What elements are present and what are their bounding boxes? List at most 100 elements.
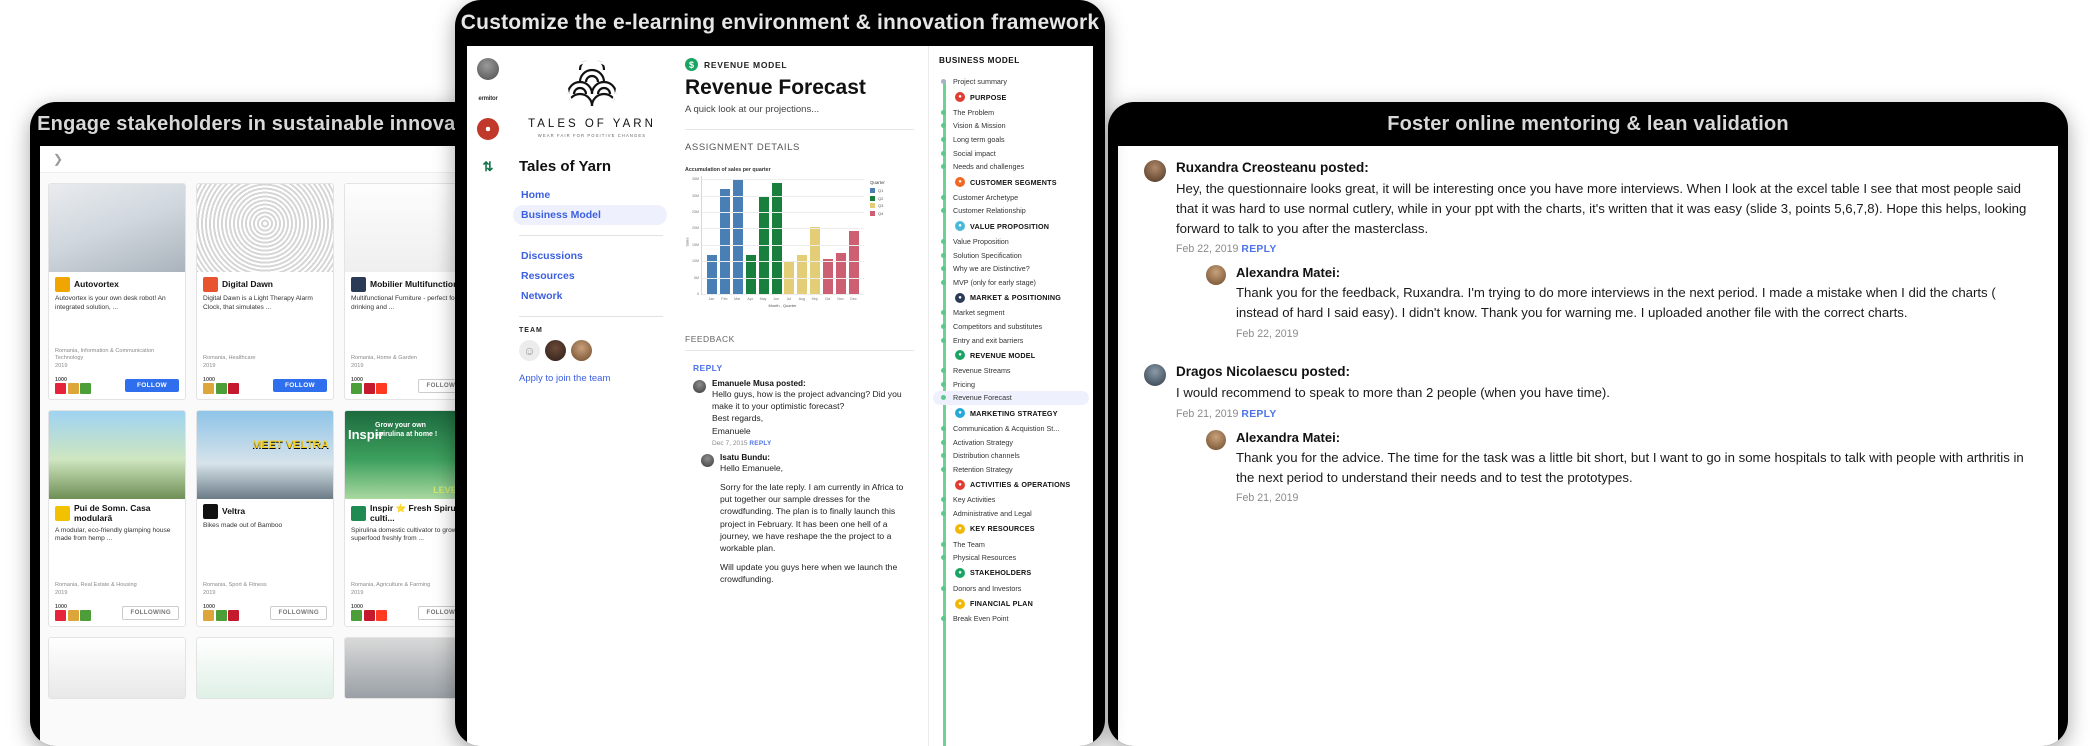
- post-avatar[interactable]: [1144, 363, 1166, 386]
- business-model-item[interactable]: Physical Resources: [939, 551, 1089, 565]
- group-label: CUSTOMER SEGMENTS: [970, 177, 1057, 187]
- business-model-items: Project summary ● PURPOSE The Problem Vision…: [933, 75, 1089, 626]
- nav-item-home[interactable]: Home: [513, 185, 667, 205]
- business-model-item[interactable]: Project summary: [939, 75, 1089, 89]
- item-label: Revenue Streams: [953, 366, 1011, 376]
- project-info: Pui de Somn. Casa modulară A modular, ec…: [49, 499, 185, 601]
- project-description: Digital Dawn is a Light Therapy Alarm Cl…: [203, 295, 313, 311]
- business-model-item[interactable]: Solution Specification: [939, 248, 1089, 262]
- following-button[interactable]: FOLLOWING: [270, 605, 327, 620]
- business-model-item[interactable]: Activation Strategy: [939, 435, 1089, 449]
- status-dot-icon: [941, 310, 946, 316]
- legend-label: Q2: [878, 195, 884, 201]
- post-author: Ruxandra Creosteanu posted:: [1176, 160, 1369, 175]
- reply-body: Alexandra Matei: Thank you for the advic…: [1236, 430, 2036, 505]
- business-model-item[interactable]: Customer Archetype: [939, 191, 1089, 205]
- sdg-green-badge-icon[interactable]: ⇅: [477, 156, 499, 178]
- comment-avatar[interactable]: [701, 453, 714, 467]
- business-model-item[interactable]: Market segment: [939, 306, 1089, 320]
- follow-button[interactable]: FOLLOW: [273, 379, 327, 392]
- project-card[interactable]: Pui de Somn. Casa modulară A modular, ec…: [48, 410, 186, 627]
- status-dot-icon: [941, 109, 946, 115]
- business-model-item[interactable]: Needs and challenges: [939, 160, 1089, 174]
- left-panel-toolbar: ❯: [40, 146, 490, 173]
- chart-xtick: Nov: [837, 297, 844, 301]
- project-card[interactable]: Digital Dawn Digital Dawn is a Light The…: [196, 183, 334, 400]
- business-model-item[interactable]: Distribution channels: [939, 449, 1089, 463]
- post-reply-link[interactable]: REPLY: [1241, 409, 1276, 420]
- status-dot-icon: [941, 337, 946, 343]
- reply-avatar[interactable]: [1206, 429, 1226, 450]
- sdg-badge-icon: [203, 383, 214, 394]
- business-model-item[interactable]: Vision & Mission: [939, 119, 1089, 133]
- post-reply-link[interactable]: REPLY: [1241, 244, 1276, 255]
- project-thumbnail: MEET VELTRA: [197, 411, 333, 499]
- chart-bar: [848, 230, 859, 294]
- project-card[interactable]: [196, 637, 334, 699]
- business-model-item[interactable]: Revenue Forecast: [933, 391, 1089, 405]
- chart-xlabel: Month , Quarter: [768, 303, 797, 308]
- business-model-item[interactable]: Key Activities: [939, 493, 1089, 507]
- project-icon: [55, 506, 70, 522]
- chart-gridline: [702, 212, 864, 214]
- status-dot-icon: [941, 208, 946, 214]
- business-model-sidebar: BUSINESS MODEL Project summary ● PURPOSE Th…: [928, 46, 1093, 746]
- business-model-item[interactable]: Long term goals: [939, 133, 1089, 147]
- gift-icon: ●: [955, 221, 965, 232]
- nav-item-resources[interactable]: Resources: [513, 266, 667, 286]
- team-avatar[interactable]: [545, 340, 566, 361]
- team-avatar-placeholder[interactable]: ☺: [519, 340, 540, 361]
- following-button[interactable]: FOLLOWING: [122, 605, 179, 620]
- business-model-item[interactable]: Donors and Investors: [939, 581, 1089, 595]
- status-dot-icon: [941, 466, 946, 472]
- business-model-item[interactable]: Break Even Point: [939, 612, 1089, 626]
- business-model-item[interactable]: Social impact: [939, 146, 1089, 160]
- business-model-item[interactable]: The Team: [939, 537, 1089, 551]
- sdg-red-badge-icon[interactable]: [477, 118, 499, 140]
- status-dot-icon: [941, 368, 946, 374]
- business-model-item[interactable]: Retention Strategy: [939, 462, 1089, 476]
- business-model-item[interactable]: The Problem: [939, 106, 1089, 120]
- business-model-item[interactable]: Customer Relationship: [939, 204, 1089, 218]
- business-model-item[interactable]: MVP (only for early stage): [939, 276, 1089, 290]
- business-model-item[interactable]: Communication & Acquistion St...: [939, 422, 1089, 436]
- chart-xtick: Jan: [708, 297, 715, 301]
- project-card[interactable]: [48, 637, 186, 699]
- comment-avatar[interactable]: [693, 380, 706, 393]
- comment-reply-link[interactable]: REPLY: [749, 440, 771, 447]
- reply-timestamp: Feb 22, 2019: [1236, 327, 1299, 340]
- chart-gridline: [702, 294, 864, 295]
- legend-item: Q2: [870, 195, 914, 201]
- progress-line: [943, 80, 946, 746]
- project-card[interactable]: MEET VELTRA Veltra Bikes made out of Bam…: [196, 410, 334, 627]
- dollar-icon: ●: [955, 350, 965, 361]
- post-avatar[interactable]: [1144, 160, 1166, 182]
- business-model-item[interactable]: Pricing: [939, 378, 1089, 392]
- business-model-item[interactable]: Administrative and Legal: [939, 507, 1089, 521]
- apply-to-join-link[interactable]: Apply to join the team: [519, 373, 667, 384]
- nav-item-discussions[interactable]: Discussions: [513, 246, 667, 266]
- project-thumbnail: [49, 411, 185, 499]
- post-timestamp: Feb 22, 2019 REPLY: [1176, 243, 1277, 256]
- sdg-badge-icon: [80, 610, 91, 621]
- avatar[interactable]: [477, 58, 499, 80]
- project-card[interactable]: Autovortex Autovortex is your own desk r…: [48, 183, 186, 400]
- item-label: The Team: [953, 539, 985, 549]
- post-body: Dragos Nicolaescu posted: I would recomm…: [1176, 364, 2036, 516]
- follow-button[interactable]: FOLLOW: [125, 379, 179, 392]
- business-model-item[interactable]: Competitors and substitutes: [939, 320, 1089, 334]
- team-avatar[interactable]: [571, 340, 592, 361]
- business-model-item[interactable]: Why we are Distinctive?: [939, 262, 1089, 276]
- nav-item-network[interactable]: Network: [513, 286, 667, 306]
- sdg-badge-icon: [351, 610, 362, 621]
- comment-body: Emanuele Musa posted: Hello guys, how is…: [712, 379, 914, 447]
- status-dot-icon: [941, 381, 946, 387]
- status-dot-icon: [941, 150, 946, 156]
- chevron-right-icon[interactable]: ❯: [50, 151, 66, 167]
- business-model-item[interactable]: Entry and exit barriers: [939, 333, 1089, 347]
- reply-link[interactable]: REPLY: [693, 363, 914, 373]
- nav-item-business-model[interactable]: Business Model: [513, 205, 667, 225]
- reply-avatar[interactable]: [1206, 265, 1226, 286]
- business-model-item[interactable]: Revenue Streams: [939, 364, 1089, 378]
- business-model-item[interactable]: Value Proposition: [939, 235, 1089, 249]
